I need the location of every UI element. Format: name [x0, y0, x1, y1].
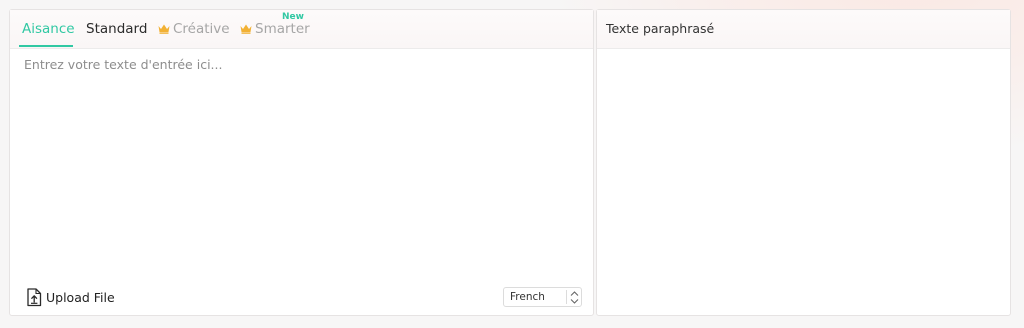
- tab-smarter[interactable]: Smarter: [240, 20, 310, 38]
- output-panel: Texte paraphrasé: [596, 9, 1011, 316]
- active-tab-indicator: [19, 45, 73, 47]
- upload-file-label: Upload File: [46, 289, 115, 305]
- text-input[interactable]: [24, 57, 579, 277]
- crown-icon: [158, 24, 170, 34]
- mode-tabs: Aisance Standard Créative New Smarter: [10, 10, 593, 49]
- language-select[interactable]: French: [503, 287, 582, 307]
- language-selected-value: French: [510, 291, 545, 303]
- crown-icon: [240, 24, 252, 34]
- upload-file-icon: [27, 287, 42, 306]
- tab-creative[interactable]: Créative: [158, 20, 230, 38]
- output-title: Texte paraphrasé: [606, 21, 715, 36]
- upload-file-button[interactable]: Upload File: [26, 287, 115, 307]
- output-header: Texte paraphrasé: [597, 10, 1010, 49]
- tab-aisance[interactable]: Aisance: [22, 20, 75, 38]
- tab-creative-label: Créative: [173, 21, 230, 37]
- chevron-up-down-icon: [570, 291, 579, 304]
- tab-standard[interactable]: Standard: [86, 20, 147, 38]
- tab-smarter-label: Smarter: [255, 21, 310, 37]
- input-panel: Aisance Standard Créative New Smarter Up…: [9, 9, 594, 316]
- select-divider: [566, 290, 567, 304]
